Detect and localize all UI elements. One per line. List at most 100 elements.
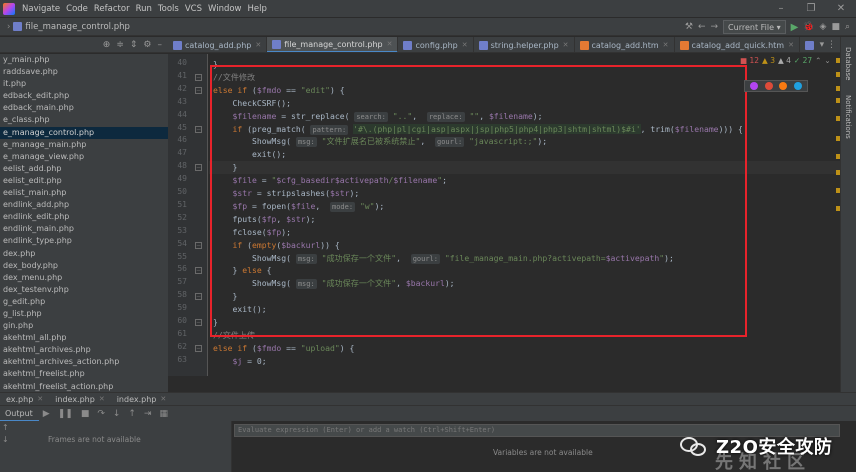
step-out-icon[interactable]: ↑ xyxy=(128,409,136,419)
minimize-icon[interactable]: – xyxy=(766,0,796,18)
fold-icon[interactable]: − xyxy=(195,241,202,249)
scrollbar-markers[interactable] xyxy=(836,58,840,218)
debug-tab[interactable]: index.php ✕ xyxy=(49,395,111,404)
collapse-icon[interactable]: ≑ xyxy=(116,40,124,50)
breadcrumb[interactable]: › file_manage_control.php xyxy=(4,22,130,32)
code-line[interactable]: ShowMsg( msg: "成功保存一个文件", $backurl); xyxy=(209,277,455,290)
menu-item[interactable]: Refactor xyxy=(91,0,133,18)
run-icon[interactable]: ▶ xyxy=(791,22,799,33)
file-item[interactable]: endlink_edit.php xyxy=(0,211,168,223)
code-line[interactable]: $j = 0; xyxy=(209,355,267,368)
code-line[interactable]: } else { xyxy=(209,264,271,277)
file-item[interactable]: endlink_add.php xyxy=(0,199,168,211)
notifications-tool[interactable]: Notifications xyxy=(844,95,852,139)
scroll-marker[interactable] xyxy=(836,188,840,193)
evaluate-icon[interactable]: ▦ xyxy=(160,409,169,419)
file-item[interactable]: edback_edit.php xyxy=(0,90,168,102)
code-line[interactable]: $fp = fopen($file, mode: "w"); xyxy=(209,200,384,213)
menu-item[interactable]: VCS xyxy=(182,0,205,18)
hide-icon[interactable]: – xyxy=(158,40,163,50)
file-item[interactable]: raddsave.php xyxy=(0,66,168,78)
chevron-down-icon[interactable]: ⌄ xyxy=(824,56,830,65)
back-icon[interactable]: ← xyxy=(698,22,706,32)
code-line[interactable]: exit(); xyxy=(209,148,286,161)
code-line[interactable]: exit(); xyxy=(209,303,266,316)
file-item[interactable]: eelist_add.php xyxy=(0,163,168,175)
file-item[interactable]: e_class.php xyxy=(0,114,168,126)
scroll-marker[interactable] xyxy=(836,86,840,91)
code-line[interactable]: ShowMsg( msg: "成功保存一个文件", gourl: "file_m… xyxy=(209,252,674,265)
file-item[interactable]: endlink_main.php xyxy=(0,223,168,235)
tabs-menu-icon[interactable]: ▾ ⋮ xyxy=(815,37,840,52)
scroll-marker[interactable] xyxy=(836,170,840,175)
menu-item[interactable]: Window xyxy=(205,0,245,18)
fold-icon[interactable]: − xyxy=(195,125,202,133)
expand-icon[interactable]: ⇕ xyxy=(130,40,138,50)
file-item[interactable]: endlink_type.php xyxy=(0,235,168,247)
inspection-widget[interactable]: ■ 12 ▲ 3 ▲ 4 ✓ 27 ⌃ ⌄ xyxy=(740,56,831,65)
editor-tab[interactable]: catalog_add.htm ✕ xyxy=(575,37,675,52)
close-tab-icon[interactable]: ✕ xyxy=(160,395,166,403)
file-item[interactable]: g_list.php xyxy=(0,308,168,320)
fold-icon[interactable]: − xyxy=(195,267,202,275)
up-icon[interactable]: ↑ xyxy=(2,423,9,432)
fold-icon[interactable]: − xyxy=(195,293,202,301)
hammer-icon[interactable]: ⚒ xyxy=(685,22,693,32)
firefox-icon[interactable] xyxy=(779,82,788,90)
fold-icon[interactable]: − xyxy=(195,319,202,326)
code-line[interactable]: } xyxy=(209,58,218,71)
phpstorm-icon[interactable] xyxy=(750,82,759,90)
scroll-marker[interactable] xyxy=(836,154,840,159)
code-line[interactable]: } xyxy=(209,161,840,175)
code-line[interactable]: $filename = str_replace( search: "..", r… xyxy=(209,110,543,123)
chrome-icon[interactable] xyxy=(764,82,773,90)
debug-icon[interactable]: 🐞 xyxy=(803,22,814,32)
step-over-icon[interactable]: ↷ xyxy=(97,409,105,419)
code-line[interactable]: else if ($fmdo == "edit") { xyxy=(209,84,345,97)
close-icon[interactable]: ✕ xyxy=(826,0,856,18)
file-item[interactable]: it.php xyxy=(0,78,168,90)
scroll-marker[interactable] xyxy=(836,116,840,121)
code-line[interactable]: else if ($fmdo == "upload") { xyxy=(209,342,354,355)
scroll-marker[interactable] xyxy=(836,206,840,211)
file-item[interactable]: dex.php xyxy=(0,248,168,260)
down-icon[interactable]: ↓ xyxy=(2,435,9,444)
code-line[interactable]: ShowMsg( msg: "文件扩展名已被系统禁止", gourl: "jav… xyxy=(209,135,547,148)
file-item[interactable]: y_main.php xyxy=(0,54,168,66)
file-item[interactable]: gin.php xyxy=(0,320,168,332)
file-item[interactable]: edback_main.php xyxy=(0,102,168,114)
menu-item[interactable]: Navigate xyxy=(19,0,63,18)
file-item[interactable]: akehtml_freelist.php xyxy=(0,368,168,380)
stop-icon[interactable]: ■ xyxy=(831,22,840,32)
file-item[interactable]: dex_body.php xyxy=(0,260,168,272)
file-item[interactable]: e_manage_control.php xyxy=(0,126,168,139)
database-tool[interactable]: Database xyxy=(844,47,852,80)
menu-item[interactable]: Tools xyxy=(155,0,182,18)
coverage-icon[interactable]: ◈ xyxy=(820,22,827,32)
close-tab-icon[interactable]: ✕ xyxy=(99,395,105,403)
code-line[interactable]: if (empty($backurl)) { xyxy=(209,239,340,252)
code-editor[interactable]: }//文件修改 else if ($fmdo == "edit") { Check… xyxy=(209,54,840,376)
close-tab-icon[interactable]: ✕ xyxy=(255,41,261,49)
fold-icon[interactable]: − xyxy=(195,86,202,94)
close-tab-icon[interactable]: ✕ xyxy=(462,41,468,49)
fold-icon[interactable]: − xyxy=(195,344,202,352)
file-item[interactable]: akehtml_archives.php xyxy=(0,344,168,356)
file-item[interactable]: akehtml_archives_action.php xyxy=(0,356,168,368)
file-item[interactable]: eelist_main.php xyxy=(0,187,168,199)
output-tab[interactable]: Output xyxy=(0,406,39,422)
file-item[interactable]: e_manage_view.php xyxy=(0,151,168,163)
crosshair-icon[interactable]: ⊕ xyxy=(103,40,111,50)
close-tab-icon[interactable]: ✕ xyxy=(37,395,43,403)
debug-tab[interactable]: ex.php ✕ xyxy=(0,395,49,404)
code-line[interactable]: //文件上传 xyxy=(209,329,255,342)
gear-icon[interactable]: ⚙ xyxy=(143,40,151,50)
code-line[interactable]: CheckCSRF(); xyxy=(209,97,290,110)
stop-icon[interactable]: ■ xyxy=(81,409,90,419)
code-line[interactable]: fputs($fp, $str); xyxy=(209,213,315,226)
breadcrumb-file[interactable]: file_manage_control.php xyxy=(25,22,130,32)
scroll-marker[interactable] xyxy=(836,58,840,63)
scroll-marker[interactable] xyxy=(836,136,840,141)
forward-icon[interactable]: → xyxy=(711,22,719,32)
debug-tab[interactable]: index.php ✕ xyxy=(111,395,173,404)
